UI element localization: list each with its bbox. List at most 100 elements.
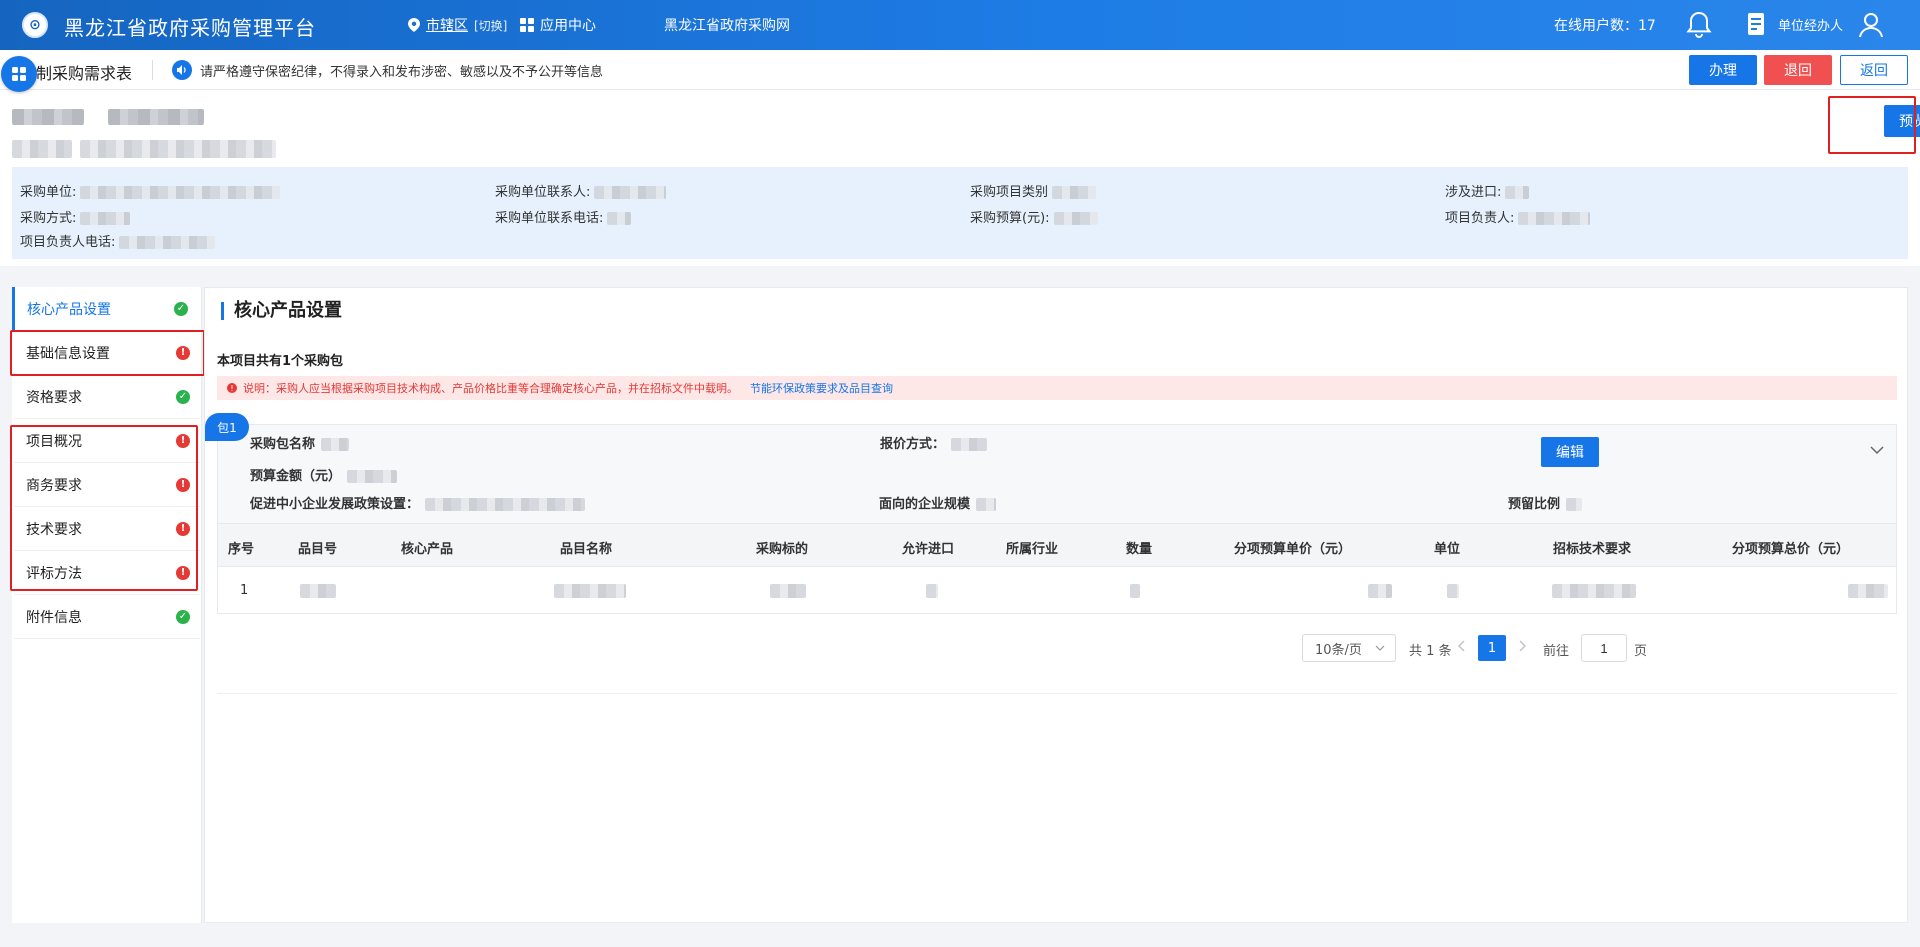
pager-total: 共 1 条 bbox=[1409, 644, 1452, 659]
handle-button[interactable]: 办理 bbox=[1689, 55, 1757, 85]
notification-bell-icon[interactable] bbox=[1686, 11, 1712, 39]
warning-text: 说明：采购人应当根据采购项目技术构成、产品价格比重等合理确定核心产品，并在招标文… bbox=[243, 382, 738, 395]
region-label[interactable]: 市辖区 bbox=[426, 15, 468, 35]
th-unit-price: 分项预算单价（元） bbox=[1234, 542, 1352, 557]
reserve-ratio-field: 预留比例 bbox=[1508, 493, 1583, 512]
pager-unit-label: 页 bbox=[1634, 644, 1648, 659]
document-icon[interactable] bbox=[1746, 12, 1768, 36]
items-table-header: 序号 品目号 核心产品 品目名称 采购标的 允许进口 所属行业 数量 分项预算单… bbox=[218, 523, 1896, 567]
cell-total-price bbox=[1848, 583, 1888, 598]
menu-grid-button[interactable] bbox=[1, 56, 37, 92]
error-circle-icon: ! bbox=[176, 521, 190, 536]
sidebar-item-label: 评标方法 bbox=[26, 565, 82, 582]
check-circle-icon: ✓ bbox=[176, 609, 190, 624]
sidebar-item-project-overview[interactable]: 项目概况 ! bbox=[14, 419, 200, 463]
confidentiality-notice: 请严格遵守保密纪律，不得录入和发布涉密、敏感以及不予公开等信息 bbox=[200, 65, 604, 80]
chevron-down-icon bbox=[1375, 645, 1385, 651]
quote-method-field: 报价方式： bbox=[880, 433, 988, 452]
sidebar-item-label: 资格要求 bbox=[26, 389, 82, 406]
cell-index: 1 bbox=[240, 583, 249, 598]
info-leader-phone: 项目负责人电话: bbox=[20, 231, 216, 250]
sidebar-item-qualification[interactable]: 资格要求 ✓ bbox=[14, 375, 200, 419]
project-code-redacted bbox=[12, 109, 84, 125]
sidebar-item-evaluation[interactable]: 评标方法 ! bbox=[14, 551, 200, 595]
th-unit: 单位 bbox=[1434, 542, 1461, 557]
th-industry: 所属行业 bbox=[1006, 542, 1059, 557]
sidebar-item-core-product[interactable]: 核心产品设置 ✓ bbox=[12, 287, 198, 331]
user-avatar-icon[interactable] bbox=[1858, 11, 1884, 39]
cell-unit bbox=[1447, 583, 1459, 598]
project-name-redacted bbox=[12, 140, 72, 158]
error-circle-icon: ! bbox=[176, 345, 190, 360]
chevron-left-icon[interactable] bbox=[1455, 639, 1469, 653]
th-allow-import: 允许进口 bbox=[902, 542, 955, 557]
th-item-name: 品目名称 bbox=[560, 542, 613, 557]
cell-allow-import bbox=[926, 583, 938, 598]
sidebar-item-basic-info[interactable]: 基础信息设置 ! bbox=[14, 331, 200, 375]
cell-item-code bbox=[300, 583, 336, 598]
app-title: 黑龙江省政府采购管理平台 bbox=[64, 16, 316, 40]
grid-menu-icon bbox=[12, 67, 26, 81]
cell-purchase-target bbox=[770, 583, 806, 598]
pager-current-page[interactable]: 1 bbox=[1478, 635, 1506, 661]
region-selector[interactable]: 市辖区 [切换] bbox=[408, 15, 507, 35]
enterprise-scale-field: 面向的企业规模 bbox=[879, 493, 997, 512]
page-title: 制采购需求表 bbox=[36, 64, 133, 83]
page-size-label: 10条/页 bbox=[1315, 642, 1362, 658]
reject-button[interactable]: 退回 bbox=[1764, 55, 1832, 85]
package-count: 本项目共有1个采购包 bbox=[217, 354, 344, 369]
region-switch-link[interactable]: [切换] bbox=[474, 17, 507, 34]
sidebar-item-label: 项目概况 bbox=[26, 433, 82, 450]
table-row[interactable]: 1 bbox=[218, 567, 1896, 613]
sidebar-item-label: 商务要求 bbox=[26, 477, 82, 494]
package-panel: 采购包名称 报价方式： 预算金额（元） 促进中小企业发展政策设置： 面向的企业规… bbox=[217, 424, 1897, 614]
online-users-count: 在线用户数：17 bbox=[1554, 18, 1656, 34]
budget-amount-field: 预算金额（元） bbox=[250, 465, 398, 484]
error-circle-icon: ! bbox=[176, 477, 190, 492]
th-quantity: 数量 bbox=[1126, 542, 1153, 557]
info-unit-contact: 采购单位联系人: bbox=[495, 181, 667, 200]
chevron-right-icon[interactable] bbox=[1515, 639, 1529, 653]
project-name-redacted bbox=[80, 140, 276, 158]
user-role[interactable]: 单位经办人 bbox=[1778, 15, 1843, 34]
info-project-category: 采购项目类别 bbox=[970, 181, 1097, 200]
sme-policy-field: 促进中小企业发展政策设置： bbox=[250, 493, 586, 512]
sidebar-item-technical-req[interactable]: 技术要求 ! bbox=[14, 507, 200, 551]
location-pin-icon bbox=[408, 18, 420, 32]
edit-package-button[interactable]: 编辑 bbox=[1541, 437, 1599, 467]
th-tech-requirements: 招标技术要求 bbox=[1553, 542, 1632, 557]
pager-goto-input[interactable] bbox=[1581, 634, 1627, 662]
sidebar-item-attachments[interactable]: 附件信息 ✓ bbox=[14, 595, 200, 639]
pager-goto-label: 前往 bbox=[1543, 644, 1570, 659]
project-info-panel: 采购单位: 采购单位联系人: 采购项目类别 涉及进口: 采购方式: 采购单位联系… bbox=[12, 167, 1908, 259]
th-total-price: 分项预算总价（元） bbox=[1732, 542, 1850, 557]
grid-apps-icon bbox=[520, 18, 534, 32]
info-purchasing-unit: 采购单位: bbox=[20, 181, 281, 200]
preview-button[interactable]: 预览 bbox=[1884, 105, 1920, 137]
info-import: 涉及进口: bbox=[1445, 181, 1530, 200]
section-title: 核心产品设置 bbox=[221, 302, 342, 320]
cell-unit-price bbox=[1368, 583, 1392, 598]
portal-link[interactable]: 黑龙江省政府采购网 bbox=[664, 15, 790, 35]
back-button[interactable]: 返回 bbox=[1840, 55, 1908, 85]
package-tag: 包1 bbox=[205, 413, 249, 441]
page-size-select[interactable]: 10条/页 bbox=[1302, 634, 1396, 662]
cell-tech-requirements bbox=[1552, 583, 1636, 598]
sidebar-item-label: 基础信息设置 bbox=[26, 345, 110, 362]
check-circle-icon: ✓ bbox=[174, 301, 188, 316]
info-purchase-method: 采购方式: bbox=[20, 207, 131, 226]
chevron-down-icon[interactable] bbox=[1870, 445, 1884, 455]
th-purchase-target: 采购标的 bbox=[756, 542, 809, 557]
sidebar-item-label: 技术要求 bbox=[26, 521, 82, 538]
error-circle-icon: ! bbox=[176, 565, 190, 580]
platform-logo-icon: ⊙ bbox=[22, 12, 48, 38]
app-center-link[interactable]: 应用中心 bbox=[520, 15, 596, 35]
sidebar-item-label: 核心产品设置 bbox=[27, 301, 111, 318]
top-navigation-bar: ⊙ 黑龙江省政府采购管理平台 市辖区 [切换] 应用中心 黑龙江省政府采购网 在… bbox=[0, 0, 1920, 50]
th-core-product: 核心产品 bbox=[401, 542, 454, 557]
content-divider bbox=[217, 693, 1897, 694]
sidebar-item-business-req[interactable]: 商务要求 ! bbox=[14, 463, 200, 507]
policy-query-link[interactable]: 节能环保政策要求及品目查询 bbox=[750, 380, 893, 396]
speaker-icon bbox=[172, 60, 192, 80]
info-project-leader: 项目负责人: bbox=[1445, 207, 1591, 226]
